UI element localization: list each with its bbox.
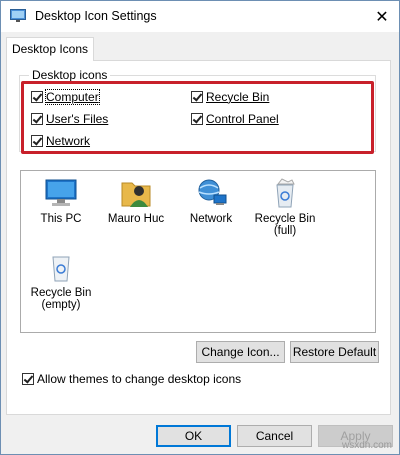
- network-icon: [198, 179, 227, 205]
- group-label: Desktop icons: [29, 68, 111, 82]
- checkbox-label: Computer: [45, 89, 100, 105]
- checkbox-box[interactable]: [31, 135, 43, 147]
- icon-label: Network: [189, 213, 233, 225]
- checkbox-label: Network: [46, 134, 91, 148]
- checkbox-label: User's Files: [46, 112, 109, 126]
- recycle-bin-full-icon: [276, 178, 295, 208]
- close-button[interactable]: ✕: [365, 1, 399, 32]
- change-icon-button[interactable]: Change Icon...: [196, 341, 285, 363]
- checkbox-control-panel[interactable]: Control Panel: [191, 112, 279, 126]
- icon-item-recycle-bin-empty[interactable]: Recycle Bin (empty): [26, 251, 96, 311]
- checkbox-box[interactable]: [191, 113, 203, 125]
- tab-desktop-icons[interactable]: Desktop Icons: [6, 37, 94, 61]
- checkbox-label: Allow themes to change desktop icons: [37, 372, 242, 386]
- checkbox-box[interactable]: [191, 91, 203, 103]
- close-icon: ✕: [375, 8, 389, 26]
- icon-item-network[interactable]: Network: [176, 177, 246, 225]
- title-bar: Desktop Icon Settings ✕: [1, 1, 399, 32]
- icon-item-recycle-bin-full[interactable]: Recycle Bin (full): [250, 177, 320, 237]
- user-folder-icon: [121, 182, 151, 207]
- checkbox-network[interactable]: Network: [31, 134, 90, 148]
- checkbox-allow-themes[interactable]: Allow themes to change desktop icons: [22, 372, 241, 386]
- desktop-settings-icon: [10, 9, 26, 23]
- icon-label: This PC: [40, 213, 82, 225]
- window-title: Desktop Icon Settings: [35, 9, 157, 23]
- ok-button[interactable]: OK: [156, 425, 231, 447]
- checkbox-label: Control Panel: [206, 112, 279, 126]
- checkbox-box[interactable]: [22, 373, 34, 385]
- this-pc-icon: [45, 179, 77, 206]
- icon-item-this-pc[interactable]: This PC: [26, 177, 96, 225]
- checkbox-recycle-bin[interactable]: Recycle Bin: [191, 90, 269, 104]
- checkbox-box[interactable]: [31, 113, 43, 125]
- restore-default-button[interactable]: Restore Default: [290, 341, 379, 363]
- watermark: wsxdn.com: [342, 440, 393, 451]
- cancel-button[interactable]: Cancel: [237, 425, 312, 447]
- icon-label: Recycle Bin (empty): [30, 287, 92, 311]
- checkbox-users-files[interactable]: User's Files: [31, 112, 108, 126]
- icon-item-user-folder[interactable]: Mauro Huc: [101, 177, 171, 225]
- icon-label: Mauro Huc: [107, 213, 165, 225]
- icon-label: Recycle Bin (full): [254, 213, 316, 237]
- icon-list[interactable]: This PC Mauro Huc Network Recycle Bin (f…: [20, 170, 376, 333]
- checkbox-computer[interactable]: Computer: [31, 89, 100, 105]
- checkbox-box[interactable]: [31, 91, 43, 103]
- recycle-bin-empty-icon: [52, 256, 70, 282]
- checkbox-label: Recycle Bin: [206, 90, 270, 104]
